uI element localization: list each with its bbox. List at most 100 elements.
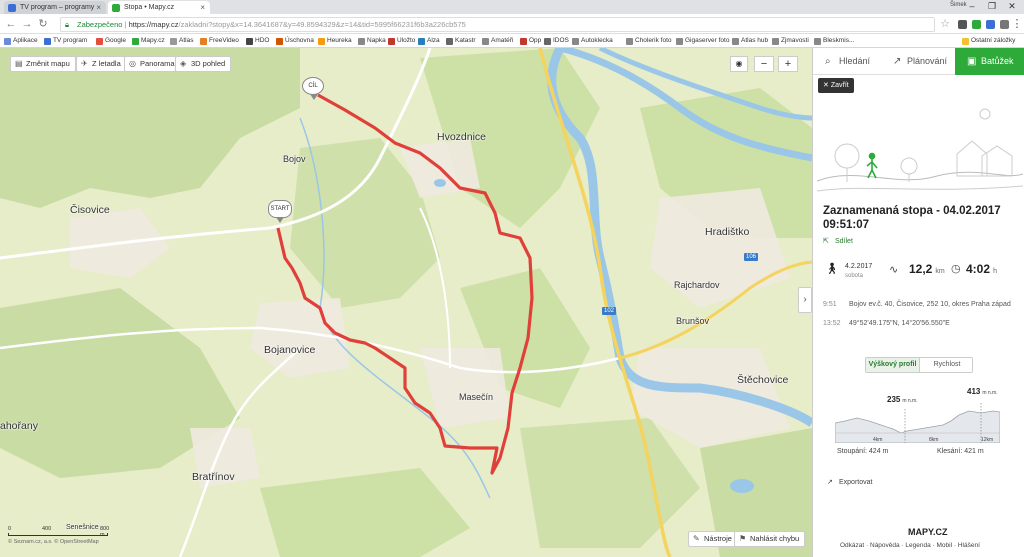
bookmark-icon bbox=[418, 38, 425, 45]
tab-elevation-profile[interactable]: Výškový profil bbox=[866, 358, 920, 372]
maximize-button[interactable]: ❐ bbox=[982, 0, 1002, 13]
other-bookmarks[interactable]: Ostatní záložky bbox=[962, 35, 1015, 47]
cast-icon[interactable] bbox=[1000, 20, 1009, 29]
bookmark-icon bbox=[814, 38, 821, 45]
bookmark-item[interactable]: Atlas bbox=[170, 35, 193, 47]
reload-icon[interactable]: ↻ bbox=[36, 17, 50, 31]
footer-link-help[interactable]: Nápověda bbox=[870, 542, 900, 549]
bookmark-item[interactable]: Katastr bbox=[446, 35, 476, 47]
bookmark-label: IDOS bbox=[553, 37, 569, 44]
forward-arrow-icon[interactable]: → bbox=[20, 17, 34, 31]
report-error-button[interactable]: ⚑ Nahlásit chybu bbox=[734, 531, 806, 547]
footer-link-report[interactable]: Hlášení bbox=[958, 542, 980, 549]
bookmark-item[interactable]: Google bbox=[96, 35, 126, 47]
back-arrow-icon[interactable]: ← bbox=[4, 17, 18, 31]
distance-unit: km bbox=[935, 268, 945, 275]
zoom-in-button[interactable]: + bbox=[778, 56, 798, 72]
change-map-button[interactable]: ▤ Změnit mapu bbox=[10, 56, 76, 72]
bookmark-label: Amatéři bbox=[491, 37, 514, 44]
bookmark-item[interactable]: Zjmavosti bbox=[772, 35, 809, 47]
close-window-button[interactable]: ✕ bbox=[1002, 0, 1022, 13]
bookmark-item[interactable]: Aplikace bbox=[4, 35, 38, 47]
extension-icon[interactable] bbox=[958, 20, 967, 29]
bookmark-label: Katastr bbox=[455, 37, 476, 44]
bookmark-item[interactable]: IDOS bbox=[544, 35, 569, 47]
share-label: Sdílet bbox=[835, 238, 853, 245]
bookmark-item[interactable]: Atlas hub bbox=[732, 35, 768, 47]
mapy-logo[interactable]: MAPY.CZ bbox=[908, 527, 948, 537]
bookmark-item[interactable]: Úschovna bbox=[276, 35, 314, 47]
url-input[interactable]: 🔒︎ Zabezpečeno | https://mapy.cz/zakladn… bbox=[60, 17, 935, 32]
close-button[interactable]: ✕ Zavřít bbox=[818, 78, 854, 93]
browser-tab-tv[interactable]: TV program – programy × bbox=[4, 1, 106, 14]
bookmark-item[interactable]: Alza bbox=[418, 35, 440, 47]
minimize-button[interactable]: – bbox=[962, 0, 982, 13]
bookmark-item[interactable]: FreeVideo bbox=[200, 35, 239, 47]
close-tab-icon[interactable]: × bbox=[200, 1, 205, 14]
bookmark-item[interactable]: Amatéři bbox=[482, 35, 513, 47]
tab-favicon-tv-icon bbox=[8, 4, 16, 12]
place-label: Brunšov bbox=[676, 316, 710, 326]
map-canvas[interactable]: ▤ Změnit mapu ✈︎ Z letadla ◎ Panorama ◈ … bbox=[0, 48, 812, 557]
menu-dots-icon[interactable]: ⋮ bbox=[1010, 17, 1024, 31]
bookmark-icon bbox=[520, 38, 527, 45]
panorama-button[interactable]: ◎ Panorama bbox=[124, 56, 181, 72]
bookmark-icon bbox=[4, 38, 11, 45]
footer-link-legend[interactable]: Legenda bbox=[905, 542, 930, 549]
bookmark-item[interactable]: Uložto bbox=[388, 35, 415, 47]
distance-icon: ∿ bbox=[889, 264, 899, 276]
waypoint-end: 13:52 49°52'49.175"N, 14°20'56.550"E bbox=[823, 319, 1021, 329]
km-mark: 8km bbox=[929, 437, 939, 443]
footer-link-mobile[interactable]: Mobil bbox=[937, 542, 953, 549]
export-link[interactable]: ↗ Exportovat bbox=[827, 479, 872, 486]
bookmark-icon bbox=[276, 38, 283, 45]
panel-tabs: ⌕ Hledání ↗ Plánování ▣ Batůžek bbox=[813, 48, 1024, 75]
tab-search[interactable]: ⌕ Hledání bbox=[813, 48, 881, 75]
bookmark-icon bbox=[676, 38, 683, 45]
locate-button[interactable]: ◉ bbox=[730, 56, 748, 72]
bookmark-item[interactable]: Heureka bbox=[318, 35, 352, 47]
url-host: https://mapy.cz bbox=[128, 20, 179, 29]
bookmark-item[interactable]: HDO bbox=[246, 35, 269, 47]
star-icon[interactable]: ☆ bbox=[938, 17, 952, 31]
bookmark-icon bbox=[44, 38, 51, 45]
tab-label: Plánování bbox=[907, 56, 948, 66]
map-graphic bbox=[0, 48, 812, 557]
end-pin[interactable]: CÍL bbox=[302, 77, 324, 100]
bookmark-item[interactable]: Autoklecka bbox=[572, 35, 613, 47]
bookmark-item[interactable]: Gigaserver foto bbox=[676, 35, 729, 47]
bookmark-item[interactable]: Bleskmis... bbox=[814, 35, 854, 47]
url-path: /zakladni?stopy&x=14.3641687&y=49.859432… bbox=[178, 20, 466, 29]
bookmark-item[interactable]: Cholerik foto bbox=[626, 35, 672, 47]
expand-panel-button[interactable]: › bbox=[798, 287, 812, 313]
bookmark-label: Heureka bbox=[327, 37, 352, 44]
tab-planning[interactable]: ↗ Plánování bbox=[881, 48, 955, 75]
browser-tab-mapy[interactable]: Stopa • Mapy.cz × bbox=[108, 1, 210, 14]
close-tab-icon[interactable]: × bbox=[96, 1, 101, 14]
track-day: sobota bbox=[845, 273, 864, 279]
road-number: 102 bbox=[602, 307, 617, 315]
bookmark-item[interactable]: Opp bbox=[520, 35, 541, 47]
zoom-out-button[interactable]: − bbox=[754, 56, 774, 72]
bookmark-icon bbox=[200, 38, 207, 45]
place-label: Štěchovice bbox=[737, 374, 789, 386]
share-link[interactable]: ⇱ Sdílet bbox=[823, 238, 853, 245]
footer-link-share[interactable]: Odkázat bbox=[840, 542, 864, 549]
tools-button[interactable]: ✎ Nástroje bbox=[688, 531, 738, 547]
3d-view-button[interactable]: ◈ 3D pohled bbox=[175, 56, 232, 72]
bookmark-item[interactable]: TV program bbox=[44, 35, 87, 47]
track-stats: 🚶︎ 4.2.2017 sobota ∿ 12,2 km ◷ 4:02 h bbox=[823, 262, 1023, 290]
extension-icon[interactable] bbox=[986, 20, 995, 29]
tab-speed[interactable]: Rychlost bbox=[920, 358, 972, 372]
bookmark-icon bbox=[388, 38, 395, 45]
extension-icon[interactable] bbox=[972, 20, 981, 29]
aerial-view-button[interactable]: ✈︎ Z letadla bbox=[76, 56, 127, 72]
tab-backpack[interactable]: ▣ Batůžek bbox=[955, 48, 1024, 75]
bookmark-label: Bleskmis... bbox=[823, 37, 855, 44]
descent-label: Klesání: 421 m bbox=[937, 448, 984, 455]
start-pin[interactable]: START bbox=[268, 200, 292, 223]
bookmark-item[interactable]: Mapy.cz bbox=[132, 35, 165, 47]
bookmark-icon bbox=[358, 38, 365, 45]
export-label: Exportovat bbox=[839, 479, 873, 486]
bookmark-item[interactable]: Napka bbox=[358, 35, 386, 47]
